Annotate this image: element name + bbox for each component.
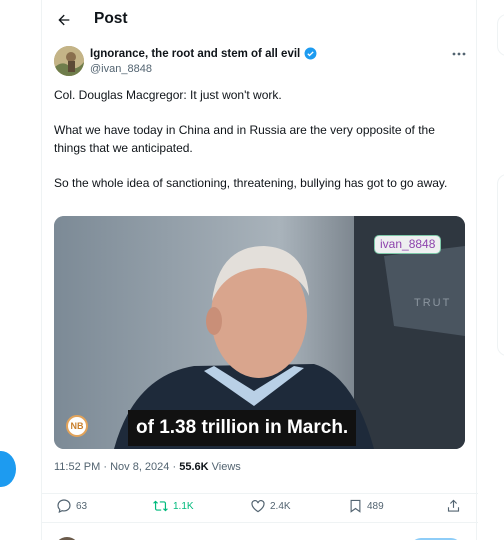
meta-separator: · [172, 461, 177, 473]
share-icon [447, 499, 460, 512]
bookmark-count: 489 [367, 500, 384, 512]
reply-composer [42, 522, 478, 540]
like-button[interactable]: 2.4K [250, 498, 291, 514]
author-name-text: Ignorance, the root and stem of all evil [90, 47, 301, 60]
reply-icon [57, 499, 71, 514]
page-title: Post [94, 10, 128, 27]
watermark-label: ivan_8848 [374, 235, 442, 254]
post-meta: 11:52 PM · Nov 8, 2024 · 55.6K Views [54, 461, 241, 473]
meta-separator: · [103, 461, 108, 473]
share-button[interactable] [446, 498, 461, 514]
repost-button[interactable]: 1.1K [152, 498, 194, 514]
compose-button[interactable] [0, 451, 16, 487]
like-count: 2.4K [270, 500, 291, 512]
author-avatar[interactable] [54, 46, 84, 76]
post-text: Col. Douglas Macgregor: It just won't wo… [54, 87, 470, 210]
author-name[interactable]: Ignorance, the root and stem of all evil [90, 47, 317, 60]
more-horizontal-icon [452, 52, 466, 56]
bookmark-button[interactable]: 489 [348, 498, 384, 514]
post-paragraph: What we have today in China and in Russi… [54, 123, 435, 155]
top-bar: Post [42, 0, 478, 38]
more-options-button[interactable] [448, 46, 470, 62]
post-time[interactable]: 11:52 PM [54, 461, 100, 473]
post-column: Post Ignorance, the root and stem of all… [41, 0, 478, 540]
channel-logo-icon: NB [66, 415, 88, 437]
author-handle[interactable]: @ivan_8848 [90, 63, 152, 75]
post-paragraph: So the whole idea of sanctioning, threat… [54, 175, 448, 190]
back-button[interactable] [52, 8, 76, 32]
reply-button[interactable]: 63 [56, 498, 87, 514]
action-bar: 63 1.1K 2.4K 489 [42, 493, 478, 519]
views-label: Views [211, 461, 241, 473]
bookmark-icon [350, 499, 361, 513]
post-paragraph: Col. Douglas Macgregor: It just won't wo… [54, 88, 282, 102]
post-date[interactable]: Nov 8, 2024 [110, 461, 169, 473]
background-text: TRUT [414, 297, 451, 309]
sidebar-card [497, 174, 504, 356]
heart-icon [251, 499, 265, 513]
arrow-left-icon [58, 14, 70, 26]
post-video[interactable]: TRUT ivan_8848 NB of 1.38 trillion in Ma… [54, 216, 465, 449]
repost-icon [153, 500, 168, 512]
views-count: 55.6K [179, 461, 209, 473]
video-caption: of 1.38 trillion in March. [128, 410, 357, 446]
repost-count: 1.1K [173, 500, 194, 512]
reply-count: 63 [76, 500, 88, 512]
verified-badge-icon [304, 47, 317, 60]
sidebar-search-box[interactable] [497, 14, 504, 56]
